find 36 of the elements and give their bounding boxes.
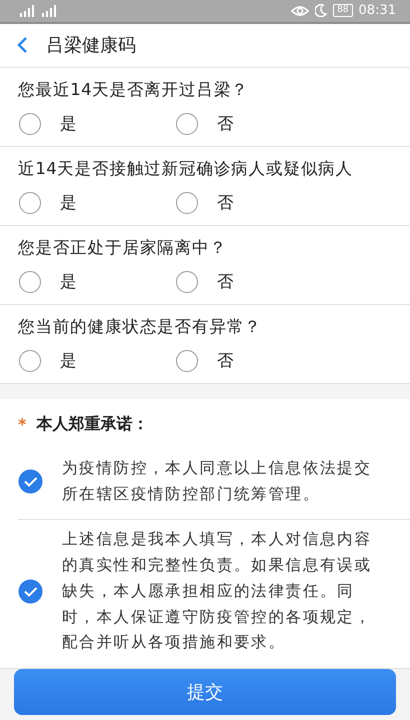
signal-icon [18,4,34,17]
question-text: 您是否正处于居家隔离中？ [18,237,228,260]
radio-button[interactable] [176,350,198,372]
promise-text: 为疫情防控，本人同意以上信息依法提交所在辖区疫情防控部门统筹管理。 [62,458,373,505]
radio-button[interactable] [176,113,198,136]
question-text: 您当前的健康状态是否有异常？ [18,316,263,338]
radio-option[interactable]: 是 [18,271,175,294]
radio-option[interactable]: 是 [18,113,175,136]
signal-icon [40,4,56,17]
question-text: 您最近14天是否离开过吕梁？ [18,79,250,102]
page-title: 吕梁健康码 [46,34,136,58]
radio-button[interactable] [19,192,41,214]
radio-button[interactable] [19,113,41,136]
checkbox[interactable] [18,469,43,494]
radio-option[interactable]: 否 [175,350,332,372]
radio-option[interactable]: 是 [18,192,175,214]
clock: 08:31 [358,3,396,18]
radio-button[interactable] [19,350,41,372]
submit-button[interactable]: 提交 [14,669,396,715]
promise-text: 上述信息是我本人填写，本人对信息内容的真实性和完整性负责。如果信息有误或缺失，本人愿承担相应的法律责任。同时，本人保证遵守防疫管控的各项规定，配合并听从各项措施和要求。 [62,529,373,654]
radio-button[interactable] [19,271,41,294]
question-text: 近14天是否接触过新冠确诊病人或疑似病人 [18,158,354,180]
radio-option[interactable]: 否 [175,271,332,294]
battery-level: 88 [333,4,353,18]
radio-option[interactable]: 是 [18,350,175,372]
radio-option[interactable]: 否 [175,192,332,214]
required-mark: * [18,414,26,434]
radio-button[interactable] [176,271,198,294]
back-button[interactable] [16,36,28,54]
checkbox[interactable] [18,579,43,604]
moon-icon [315,4,328,18]
eye-icon [291,4,310,17]
radio-option[interactable]: 否 [175,113,332,136]
radio-button[interactable] [176,192,198,214]
section-title: 本人郑重承诺： [36,414,148,435]
back-icon [16,36,28,54]
